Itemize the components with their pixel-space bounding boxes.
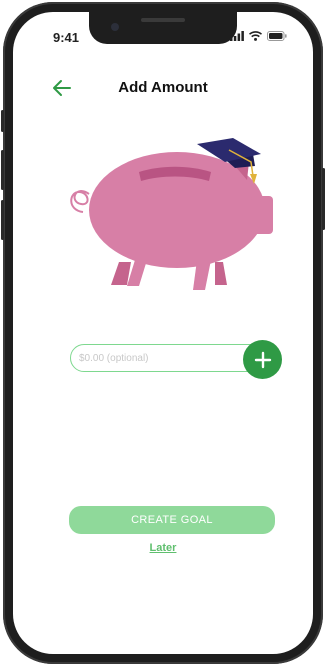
notch — [89, 12, 237, 44]
create-goal-button[interactable]: CREATE GOAL — [69, 506, 275, 534]
plus-icon — [254, 351, 271, 368]
page-title: Add Amount — [118, 79, 208, 96]
piggy-leg-back-right — [215, 262, 227, 285]
wifi-icon — [249, 31, 262, 41]
phone-frame: 9:41 Add Amount $0.00 (optional) CREATE … — [1, 2, 325, 664]
add-amount-button[interactable] — [243, 340, 282, 379]
later-link[interactable]: Later — [13, 542, 313, 554]
amount-entry-row — [70, 336, 282, 379]
volume-down-button — [1, 200, 4, 240]
piggy-tail — [70, 190, 90, 213]
status-time: 9:41 — [53, 30, 80, 45]
status-icons — [230, 31, 287, 41]
volume-up-button — [1, 150, 4, 190]
app-screen: 9:41 Add Amount $0.00 (optional) CREATE … — [13, 12, 313, 654]
earpiece-speaker — [141, 18, 185, 22]
silent-switch — [1, 110, 4, 132]
front-camera — [111, 23, 119, 31]
battery-icon — [267, 31, 287, 41]
power-button — [322, 168, 325, 230]
amount-input[interactable] — [70, 344, 266, 372]
piggy-bank-illustration — [70, 138, 273, 290]
piggy-snout — [251, 196, 273, 234]
cellular-signal-icon — [230, 31, 244, 41]
piggy-leg-back-left — [111, 262, 131, 285]
